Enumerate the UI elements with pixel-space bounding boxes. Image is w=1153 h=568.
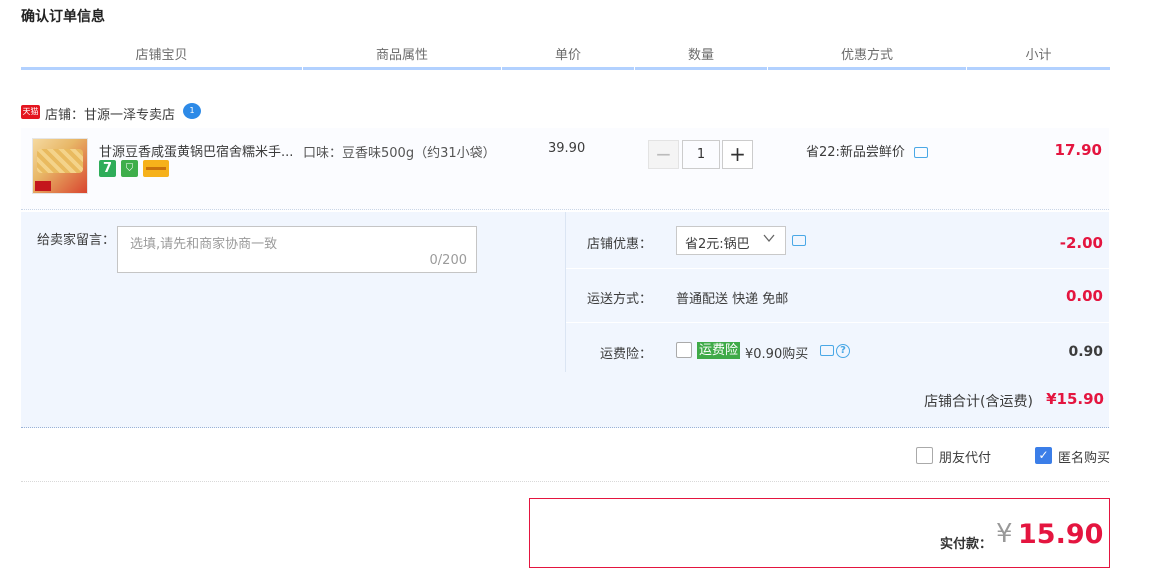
payment-amount: 15.90 [1018,519,1104,550]
tmall-icon: 天猫 [21,105,40,119]
product-title-link[interactable]: 甘源豆香咸蛋黄锅巴宿舍糯米手... [99,141,299,160]
insurance-comment-icon[interactable] [820,345,834,356]
promotion-text: 省22:新品尝鲜价 [806,145,905,160]
column-header-subtotal: 小计 [967,48,1110,70]
column-header-item: 店铺宝贝 [21,48,302,70]
item-subtotal: 17.90 [1054,141,1102,159]
promotion-comment-icon[interactable] [914,147,928,158]
quantity-input[interactable]: 1 [682,140,720,169]
product-thumbnail[interactable] [32,138,88,194]
column-header-quantity: 数量 [635,48,767,70]
discount-comment-icon[interactable] [792,235,806,246]
insurance-label: 运费险： [599,347,652,362]
anonymous-checkbox[interactable]: ✓ [1035,447,1052,464]
payment-label: 实付款： [940,537,993,552]
insurance-amount: 0.90 [1068,344,1103,360]
shipping-label: 运送方式： [586,292,652,307]
seven-day-return-icon[interactable]: 7 [99,160,116,177]
chat-seller-icon[interactable]: 1 [183,103,201,119]
page-title: 确认订单信息 [21,9,105,25]
unit-price: 39.90 [548,141,586,156]
seller-message-label: 给卖家留言： [37,233,116,248]
chevron-down-icon [763,234,775,243]
row-divider [566,322,1109,323]
message-char-counter: 0/200 [429,253,467,268]
shipping-amount: 0.00 [1065,287,1103,305]
shop-discount-selected: 省2元:锅巴 [685,237,750,252]
guarantee-shield-icon[interactable]: ⛉ [121,160,138,177]
shop-name-link[interactable]: 店铺：甘源一泽专卖店 [45,104,175,123]
column-header-promotion: 优惠方式 [768,48,966,70]
insurance-badge: 运费险 [697,342,741,359]
shop-total-label: 店铺合计(含运费) [924,394,1033,410]
credit-card-icon[interactable] [143,160,169,177]
column-header-attribute: 商品属性 [303,48,501,70]
friend-pay-label[interactable]: 朋友代付 [939,447,991,466]
payment-currency: ¥ [996,519,1013,549]
shop-discount-label: 店铺优惠： [586,237,652,252]
row-divider [566,268,1109,269]
product-attribute: 口味：豆香味500g（约31小袋） [303,146,496,161]
shipping-method: 普通配送 快递 免邮 [676,292,789,307]
product-image-icon [37,149,83,173]
quantity-decrease-button[interactable]: − [648,140,679,169]
insurance-price-text: ¥0.90购买 [745,347,809,362]
quantity-increase-button[interactable]: + [722,140,753,169]
divider [21,481,1109,482]
help-icon[interactable]: ? [836,344,850,358]
column-header-unit-price: 单价 [502,48,634,70]
shop-discount-amount: -2.00 [1059,234,1103,252]
friend-pay-checkbox[interactable] [916,447,933,464]
anonymous-label[interactable]: 匿名购买 [1058,447,1110,466]
product-tag-icon [35,181,51,191]
shop-total-amount: ¥15.90 [1046,390,1104,408]
insurance-checkbox[interactable] [676,342,692,358]
seller-message-placeholder: 选填,请先和商家协商一致 [130,237,278,252]
